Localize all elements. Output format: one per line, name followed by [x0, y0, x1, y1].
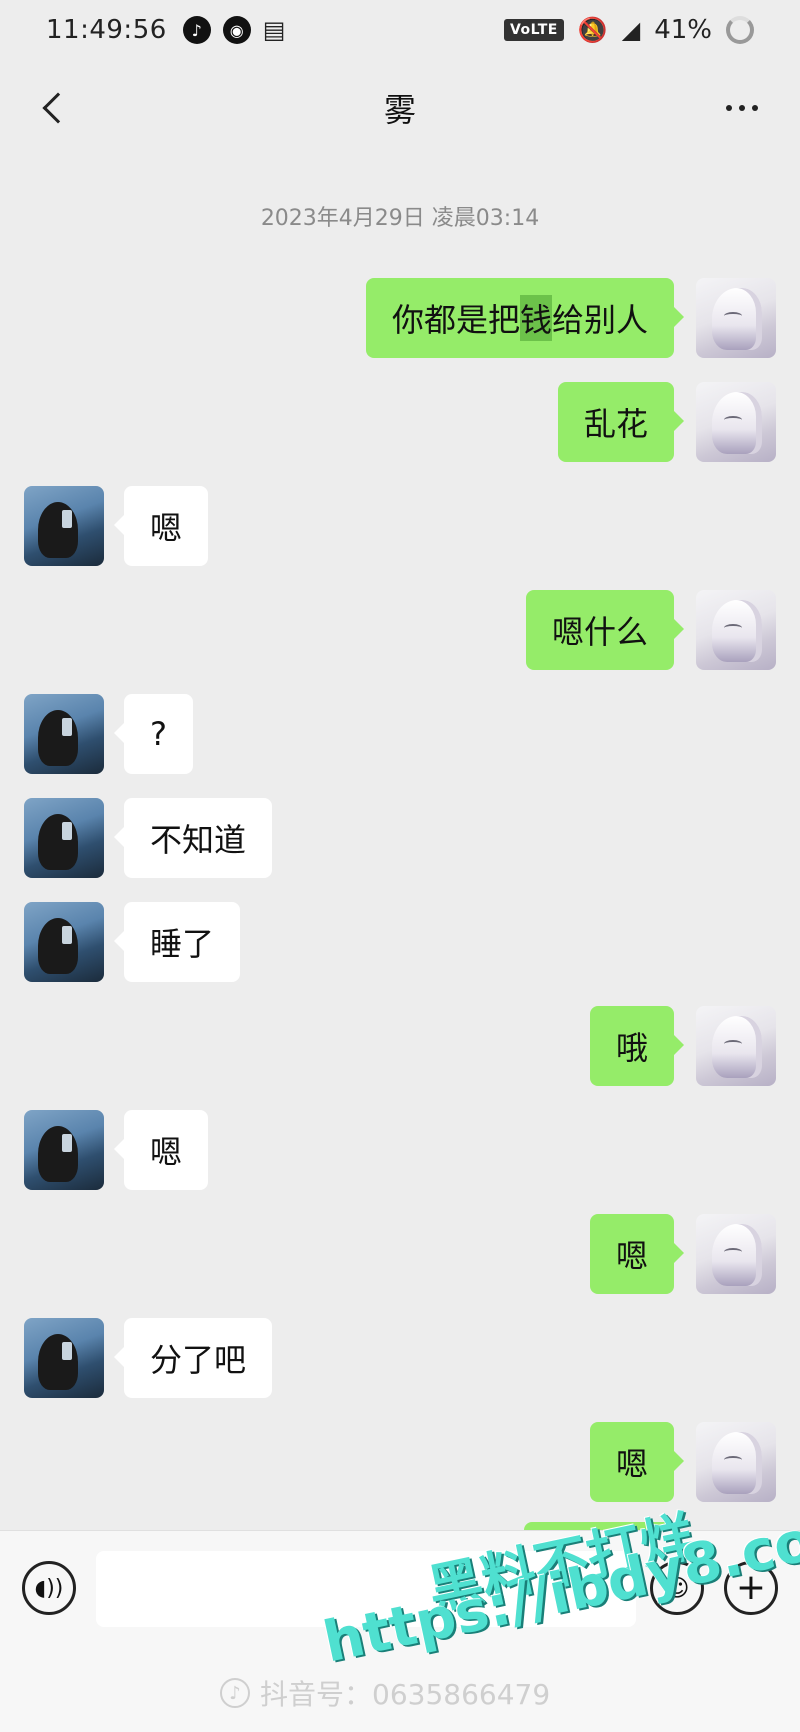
message-row: 哦: [0, 1006, 800, 1086]
douyin-id: 抖音号：0635866479: [260, 1678, 551, 1711]
more-options-button[interactable]: [712, 82, 772, 134]
message-bubble-peer[interactable]: 不知道: [113, 798, 273, 878]
avatar-peer[interactable]: [24, 1110, 104, 1190]
battery-icon: [726, 16, 754, 44]
message-row: 分了吧: [0, 1318, 800, 1398]
douyin-watermark: ♪ 抖音号：0635866479: [220, 1673, 550, 1713]
message-bubble-self[interactable]: 嗯什么: [525, 590, 685, 670]
voice-icon: ◖)): [34, 1575, 64, 1601]
highlighted-text: 钱: [519, 295, 552, 341]
message-row: 不知道: [0, 798, 800, 878]
avatar-peer[interactable]: [24, 1318, 104, 1398]
avatar-peer[interactable]: [24, 798, 104, 878]
message-timestamp: 2023年4月29日 凌晨03:14: [260, 206, 540, 231]
message-row: ?: [0, 694, 800, 774]
message-bubble-peer[interactable]: 嗯: [113, 486, 209, 566]
message-bubble-peer[interactable]: 睡了: [113, 902, 241, 982]
message-row: 嗯: [0, 486, 800, 566]
back-button[interactable]: [28, 82, 80, 134]
avatar-self[interactable]: [696, 382, 776, 462]
status-bar: 11:49:56 ♪ ◉ ▤ VoLTE 🔕 ◢ 41%: [0, 0, 800, 60]
avatar-self[interactable]: [696, 1214, 776, 1294]
message-bubble-peer[interactable]: 分了吧: [113, 1318, 273, 1398]
more-dots-icon: [726, 105, 732, 111]
message-bubble-peer[interactable]: ?: [114, 694, 193, 774]
volte-badge: VoLTE: [503, 19, 564, 41]
avatar-self[interactable]: [696, 1422, 776, 1502]
shield-icon: ◉: [222, 16, 251, 44]
avatar-peer[interactable]: [24, 902, 104, 982]
avatar-peer[interactable]: [24, 694, 104, 774]
voice-input-button[interactable]: ◖)): [22, 1561, 76, 1615]
avatar-self[interactable]: [696, 1006, 776, 1086]
status-time: 11:49:56: [46, 15, 167, 45]
message-row: 嗯什么: [0, 590, 800, 670]
message-row: 嗯: [0, 1214, 800, 1294]
message-icon: ▤: [262, 16, 286, 44]
message-bubble-self[interactable]: 嗯: [589, 1422, 685, 1502]
chevron-left-icon: [42, 92, 74, 124]
message-row: 乱花: [0, 382, 800, 462]
message-bubble-self[interactable]: 乱花: [557, 382, 685, 462]
tiktok-icon: ♪: [220, 1678, 250, 1708]
tiktok-icon: ♪: [182, 16, 211, 44]
battery-percent: 41%: [654, 15, 712, 45]
chat-title: 雾: [383, 91, 416, 129]
mute-icon: 🔕: [577, 16, 608, 44]
signal-icon: ◢: [621, 16, 641, 44]
message-bubble-self[interactable]: 你都是把钱给别人: [365, 278, 685, 358]
message-bubble-self[interactable]: 嗯: [589, 1214, 685, 1294]
message-row: 嗯: [0, 1422, 800, 1502]
avatar-peer[interactable]: [24, 486, 104, 566]
message-row: 睡了: [0, 902, 800, 982]
message-bubble-self[interactable]: 哦: [589, 1006, 685, 1086]
chat-header: 雾: [0, 60, 800, 156]
avatar-self[interactable]: [696, 278, 776, 358]
message-row: 你都是把钱给别人: [0, 278, 800, 358]
avatar-self[interactable]: [696, 590, 776, 670]
message-row: 嗯: [0, 1110, 800, 1190]
status-notification-icons: ♪ ◉ ▤: [182, 16, 286, 44]
message-bubble-peer[interactable]: 嗯: [113, 1110, 209, 1190]
status-system-icons: VoLTE 🔕 ◢ 41%: [503, 15, 754, 45]
